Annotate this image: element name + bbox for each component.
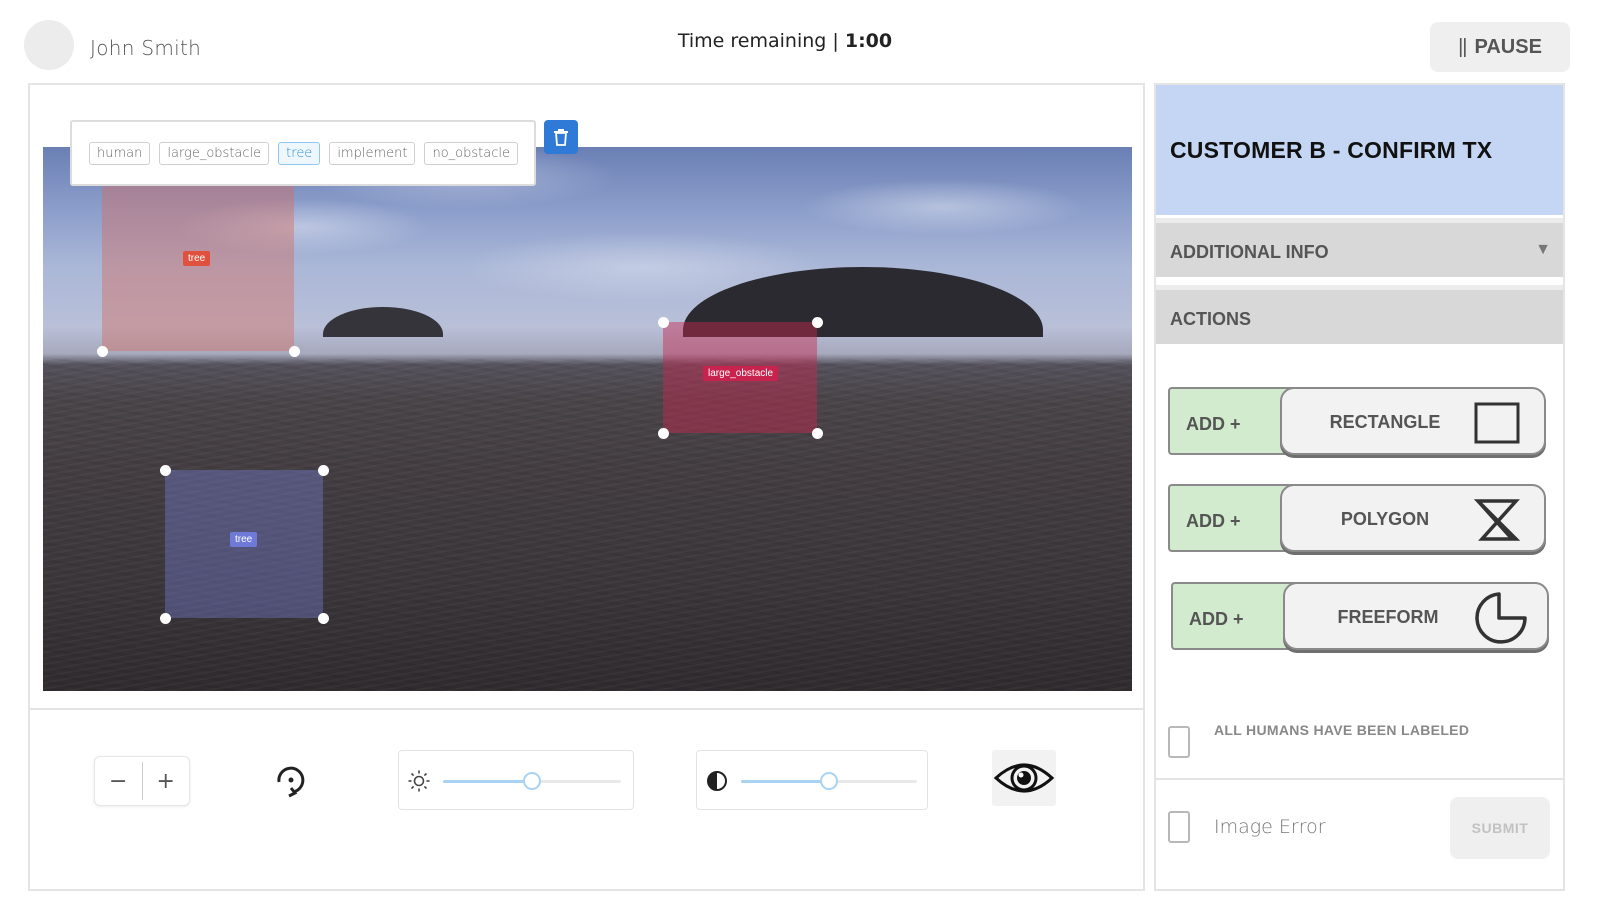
- pause-label: PAUSE: [1474, 35, 1542, 58]
- freeform-tool-button[interactable]: FREEFORM: [1283, 582, 1549, 650]
- chevron-down-icon: ▼: [1535, 241, 1551, 258]
- all-humans-labeled-label: ALL HUMANS HAVE BEEN LABELED: [1214, 722, 1470, 738]
- label-chip-no-obstacle[interactable]: no_obstacle: [424, 141, 518, 165]
- image-error-checkbox[interactable]: [1168, 811, 1190, 843]
- add-polygon-row: ADD + POLYGON: [1168, 484, 1546, 552]
- label-chip-tree[interactable]: tree: [278, 141, 321, 165]
- rotate-button[interactable]: [270, 760, 312, 802]
- divider: [1156, 778, 1563, 780]
- actions-label: ACTIONS: [1170, 309, 1251, 329]
- freeform-icon: [1475, 592, 1527, 644]
- task-title: CUSTOMER B - CONFIRM TX: [1170, 137, 1493, 163]
- additional-info-label: ADDITIONAL INFO: [1170, 242, 1329, 262]
- resize-handle[interactable]: [317, 464, 329, 476]
- sun-icon: [408, 770, 430, 792]
- resize-handle[interactable]: [288, 345, 300, 357]
- zoom-in-button[interactable]: +: [143, 757, 190, 805]
- contrast-control: [696, 750, 928, 810]
- image-canvas-panel: tree large_obstacle tree human large_obs…: [28, 83, 1145, 710]
- add-rectangle-button[interactable]: ADD +: [1168, 387, 1294, 455]
- annotation-box-tree[interactable]: tree: [159, 464, 329, 624]
- rectangle-tool-button[interactable]: RECTANGLE: [1280, 387, 1546, 455]
- resize-handle[interactable]: [811, 316, 823, 328]
- timer-value: 1:00: [844, 30, 893, 52]
- brightness-control: [398, 750, 634, 810]
- pause-button[interactable]: || PAUSE: [1430, 22, 1570, 72]
- annotation-box-tree[interactable]: tree: [96, 185, 300, 357]
- resize-handle[interactable]: [811, 427, 823, 439]
- contrast-fill: [741, 780, 829, 783]
- resize-handle[interactable]: [159, 464, 171, 476]
- all-humans-labeled-checkbox[interactable]: [1168, 726, 1190, 758]
- image-toolbar: − +: [28, 710, 1145, 891]
- trash-icon: [554, 129, 568, 146]
- task-panel: CUSTOMER B - CONFIRM TX ADDITIONAL INFO …: [1154, 83, 1565, 891]
- annotation-box-large-obstacle[interactable]: large_obstacle: [657, 316, 823, 439]
- add-freeform-row: ADD + FREEFORM: [1171, 582, 1549, 650]
- image-error-label: Image Error: [1214, 816, 1326, 838]
- label-chip-large-obstacle[interactable]: large_obstacle: [159, 141, 270, 165]
- brightness-knob[interactable]: [523, 772, 541, 790]
- resize-handle[interactable]: [657, 427, 669, 439]
- annotation-label: large_obstacle: [703, 366, 779, 381]
- image-error-row: Image Error: [1168, 811, 1326, 843]
- contrast-slider[interactable]: [741, 772, 917, 790]
- contrast-icon: [707, 771, 727, 791]
- hourglass-polygon-icon: [1474, 499, 1520, 541]
- time-remaining: Time remaining | 1:00: [0, 30, 1570, 52]
- annotation-label: tree: [230, 532, 258, 547]
- brightness-fill: [443, 780, 532, 783]
- label-chooser: human large_obstacle tree implement no_o…: [70, 120, 536, 186]
- shape-label: POLYGON: [1340, 509, 1430, 529]
- add-polygon-button[interactable]: ADD +: [1168, 484, 1294, 552]
- zoom-out-button[interactable]: −: [95, 757, 142, 805]
- brightness-slider[interactable]: [443, 772, 621, 790]
- zoom-control: − +: [94, 756, 190, 806]
- rectangle-icon: [1474, 402, 1520, 444]
- resize-handle[interactable]: [317, 612, 329, 624]
- add-label: ADD +: [1186, 511, 1241, 531]
- contrast-knob[interactable]: [820, 772, 838, 790]
- polygon-tool-button[interactable]: POLYGON: [1280, 484, 1546, 552]
- additional-info-section[interactable]: ADDITIONAL INFO ▼: [1156, 218, 1563, 277]
- task-title-header: CUSTOMER B - CONFIRM TX: [1156, 85, 1563, 215]
- submit-button[interactable]: SUBMIT: [1450, 797, 1550, 859]
- label-chip-human[interactable]: human: [89, 141, 151, 165]
- resize-handle[interactable]: [159, 612, 171, 624]
- add-rectangle-row: ADD + RECTANGLE: [1168, 387, 1546, 455]
- resize-handle[interactable]: [96, 345, 108, 357]
- label-chip-implement[interactable]: implement: [329, 141, 416, 165]
- rotate-icon: [277, 766, 305, 798]
- shape-label: FREEFORM: [1337, 607, 1439, 627]
- annotation-label: tree: [183, 251, 211, 266]
- eye-icon: [993, 763, 1055, 793]
- pause-icon: ||: [1458, 35, 1467, 58]
- toggle-annotations-visibility-button[interactable]: [992, 750, 1056, 806]
- add-freeform-button[interactable]: ADD +: [1171, 582, 1297, 650]
- timer-label: Time remaining |: [677, 30, 845, 52]
- delete-button[interactable]: [544, 120, 578, 154]
- resize-handle[interactable]: [657, 316, 669, 328]
- shape-label: RECTANGLE: [1329, 412, 1441, 432]
- add-label: ADD +: [1186, 414, 1241, 434]
- add-label: ADD +: [1189, 609, 1244, 629]
- all-humans-labeled-row: ALL HUMANS HAVE BEEN LABELED: [1168, 722, 1469, 758]
- actions-section: ACTIONS: [1156, 285, 1563, 344]
